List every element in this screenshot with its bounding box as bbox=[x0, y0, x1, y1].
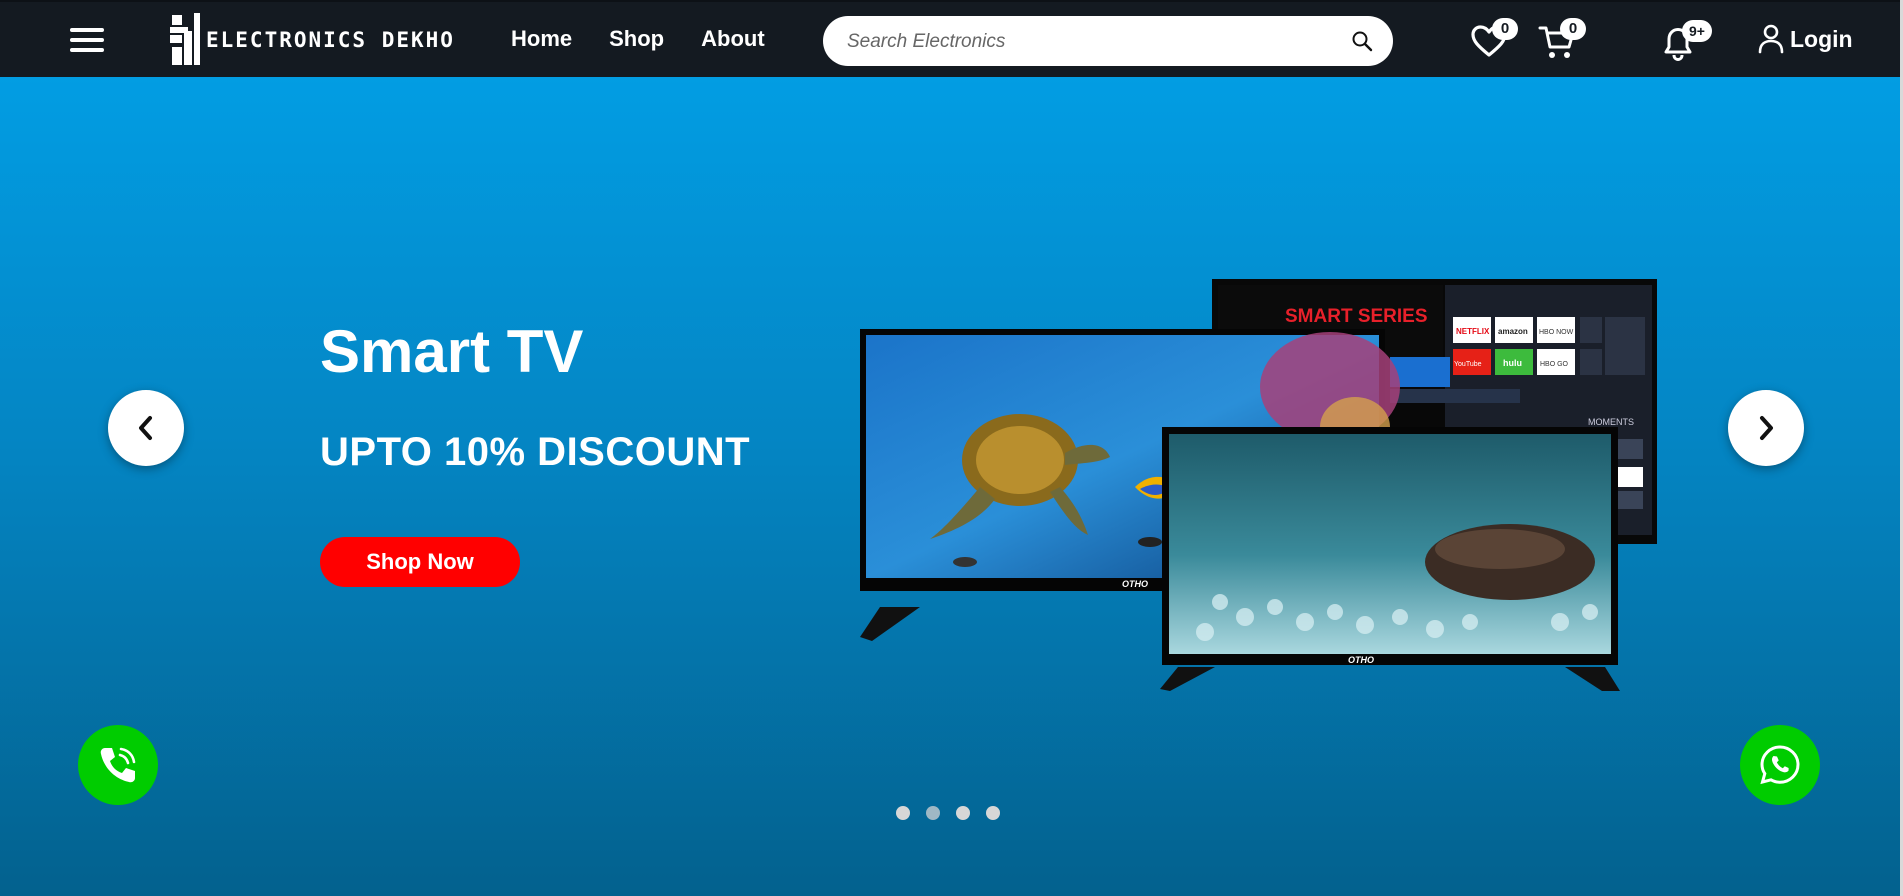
slide-indicator-2[interactable] bbox=[926, 806, 940, 820]
hero-title: Smart TV bbox=[320, 318, 584, 385]
nav-shop[interactable]: Shop bbox=[609, 26, 664, 52]
cart-count-badge: 0 bbox=[1560, 18, 1586, 40]
slide-indicator-4[interactable] bbox=[986, 806, 1000, 820]
shop-now-button[interactable]: Shop Now bbox=[320, 537, 520, 587]
call-button[interactable] bbox=[78, 725, 158, 805]
wishlist-count-badge: 0 bbox=[1492, 18, 1518, 40]
logo-mark-icon bbox=[170, 13, 200, 67]
nav-home[interactable]: Home bbox=[511, 26, 572, 52]
nav-about[interactable]: About bbox=[701, 26, 765, 52]
whatsapp-button[interactable] bbox=[1740, 725, 1820, 805]
brand-name: ELECTRONICS DEKHO bbox=[206, 28, 455, 52]
whatsapp-icon bbox=[1760, 745, 1800, 785]
amazon-tile-text: amazon bbox=[1498, 327, 1528, 336]
tv-brand-left: OTHO bbox=[1122, 579, 1148, 589]
chevron-right-icon bbox=[1760, 416, 1773, 440]
user-icon bbox=[1758, 24, 1784, 54]
smart-series-text: SMART SERIES bbox=[1285, 306, 1428, 327]
hamburger-menu-icon[interactable] bbox=[70, 28, 104, 54]
search-bar bbox=[823, 16, 1393, 66]
search-input[interactable] bbox=[845, 28, 1339, 56]
login-button[interactable]: Login bbox=[1758, 24, 1853, 54]
slide-indicator-3[interactable] bbox=[956, 806, 970, 820]
slide-indicator-1[interactable] bbox=[896, 806, 910, 820]
carousel-prev-button[interactable] bbox=[108, 390, 184, 466]
notifications-button[interactable]: 9+ bbox=[1660, 20, 1712, 67]
phone-icon bbox=[100, 747, 136, 783]
youtube-tile-text: YouTube bbox=[1454, 361, 1482, 368]
top-navbar: ELECTRONICS DEKHO Home Shop About 0 0 9+ bbox=[0, 0, 1900, 77]
chevron-left-icon bbox=[139, 416, 152, 440]
hero-carousel: Smart TV UPTO 10% DISCOUNT Shop Now SMAR… bbox=[0, 77, 1900, 896]
login-label: Login bbox=[1790, 25, 1853, 52]
search-icon[interactable] bbox=[1351, 30, 1373, 52]
brand-logo[interactable]: ELECTRONICS DEKHO bbox=[170, 12, 455, 68]
wishlist-button[interactable]: 0 bbox=[1470, 18, 1518, 63]
carousel-next-button[interactable] bbox=[1728, 390, 1804, 466]
smart-tv-product-image: SMART SERIES NETFLIX amazon HBO NOW YouT… bbox=[860, 279, 1657, 691]
notification-count-badge: 9+ bbox=[1682, 20, 1712, 42]
hbogo-tile-text: HBO GO bbox=[1540, 361, 1569, 368]
cart-button[interactable]: 0 bbox=[1538, 18, 1586, 65]
hulu-tile-text: hulu bbox=[1503, 358, 1522, 368]
moments-text: MOMENTS bbox=[1588, 417, 1634, 427]
hbonow-tile-text: HBO NOW bbox=[1539, 329, 1574, 336]
netflix-tile-text: NETFLIX bbox=[1456, 327, 1490, 336]
hero-subtitle: UPTO 10% DISCOUNT bbox=[320, 430, 751, 474]
carousel-indicators bbox=[896, 806, 1016, 820]
tv-brand-right: OTHO bbox=[1348, 655, 1374, 665]
main-nav: Home Shop About bbox=[511, 26, 802, 52]
